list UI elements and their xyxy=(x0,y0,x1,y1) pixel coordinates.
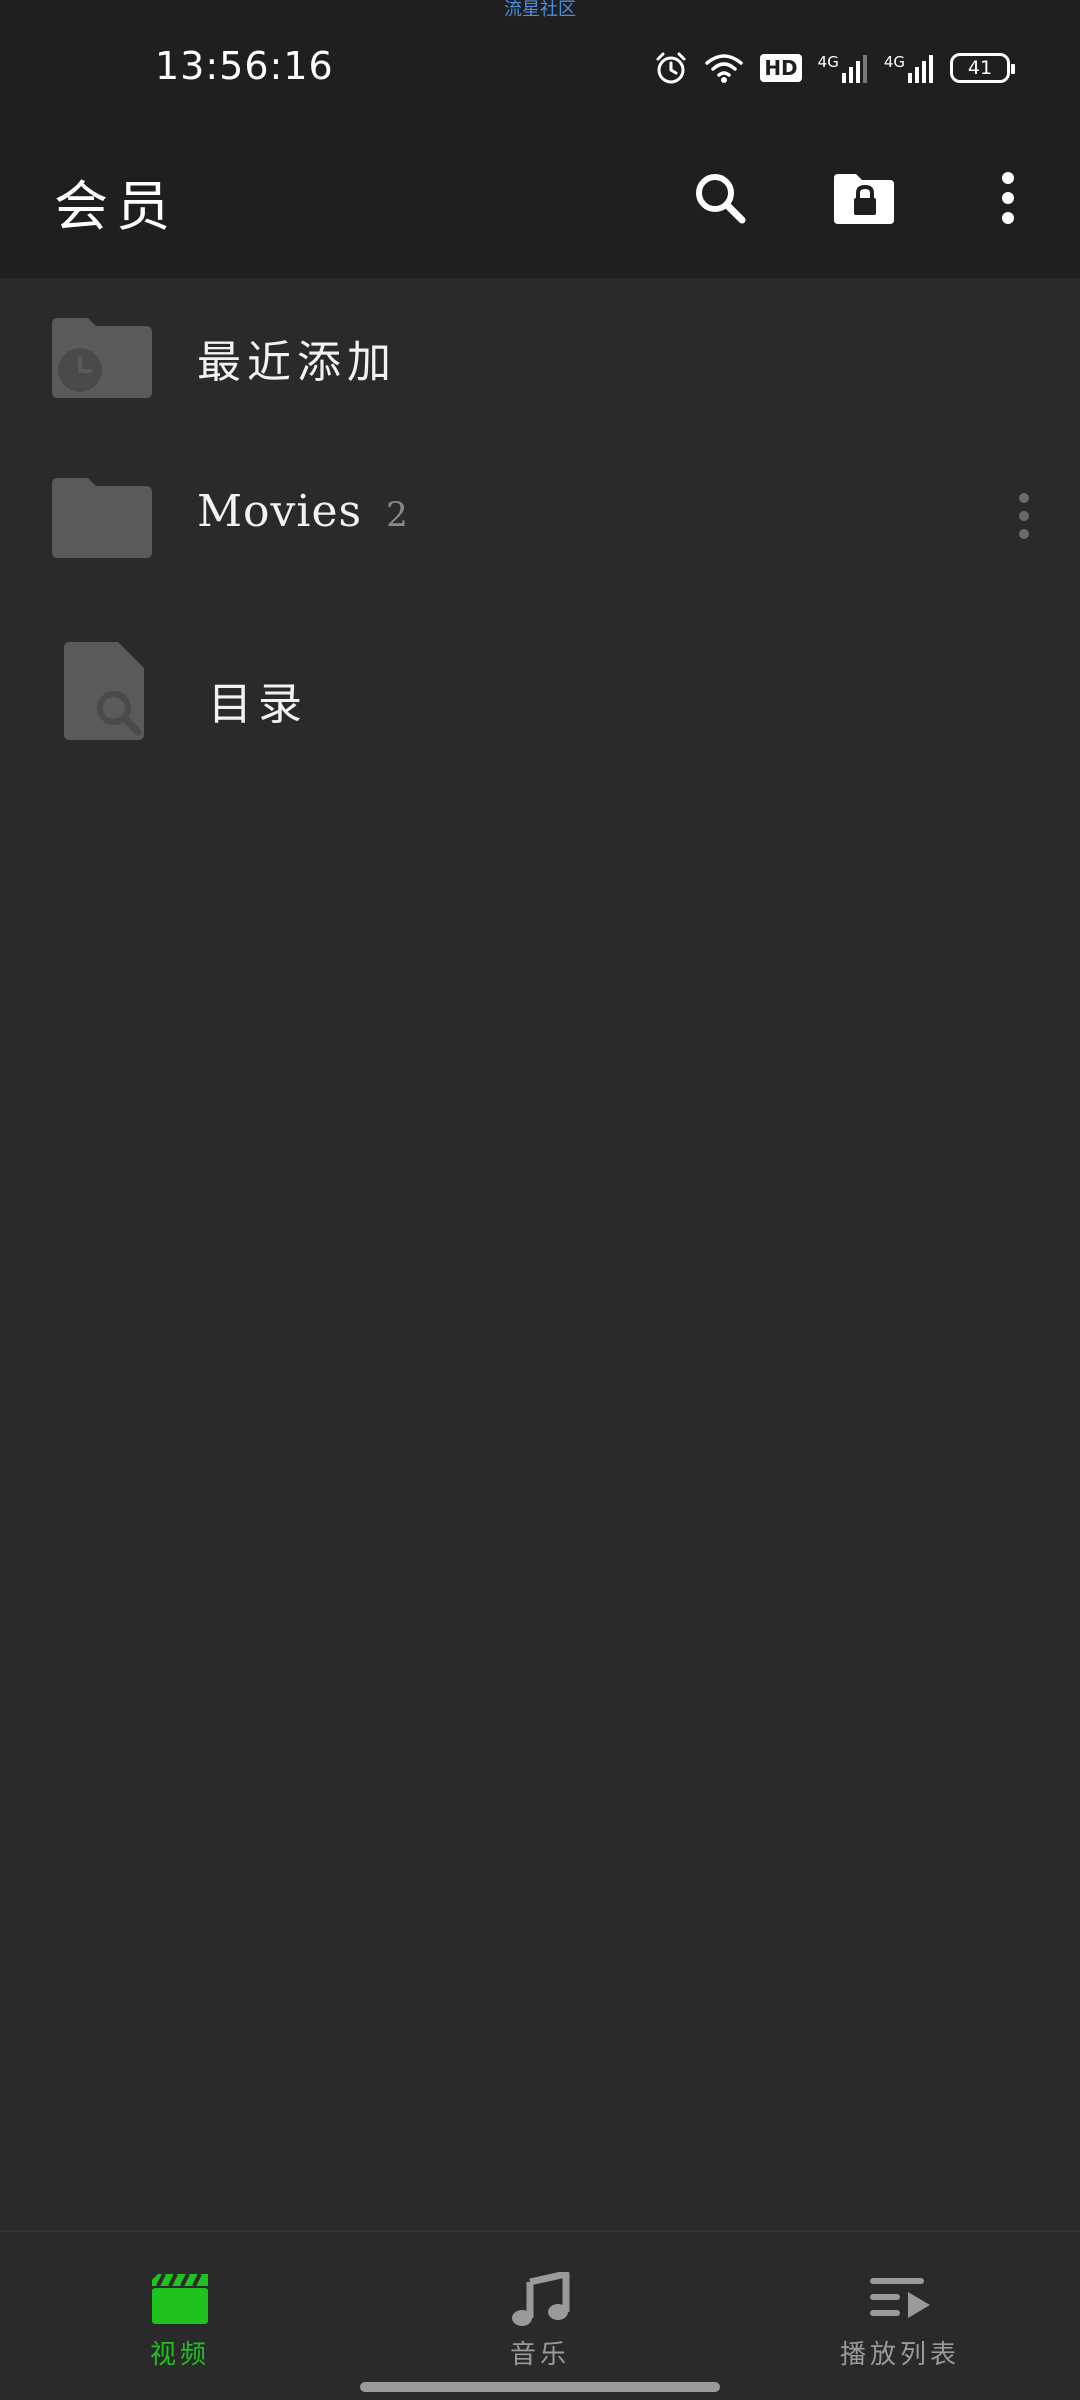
app-bar: 会员 xyxy=(0,130,1080,278)
search-icon xyxy=(692,170,748,230)
network-type-1: 4G xyxy=(817,53,839,71)
watermark-text: 流星社区 xyxy=(504,0,576,20)
status-bar: 流星社区 13:56:16 HD 4G 4G 41 xyxy=(0,0,1080,130)
signal-icon-2: 4G xyxy=(884,53,934,83)
list-item-recently-added[interactable]: 最近添加 xyxy=(0,278,1080,438)
more-vert-icon xyxy=(1017,491,1031,545)
nav-label: 音乐 xyxy=(509,2340,570,2370)
bottom-navigation: 视频 音乐 播放列表 xyxy=(0,2230,1080,2400)
list-item-label: 最近添加 xyxy=(197,337,397,388)
nav-label: 视频 xyxy=(149,2340,210,2370)
item-count: 2 xyxy=(386,495,408,535)
more-options-button[interactable] xyxy=(968,160,1048,240)
alarm-icon xyxy=(654,51,688,85)
list-item-directory[interactable]: 目录 xyxy=(0,598,1080,788)
hd-label: HD xyxy=(764,56,798,80)
wifi-icon xyxy=(704,51,744,85)
nav-tab-playlist[interactable]: 播放列表 xyxy=(720,2232,1080,2372)
movies-more-button[interactable] xyxy=(994,488,1054,548)
nav-tab-music[interactable]: 音乐 xyxy=(360,2232,720,2372)
screen: 流星社区 13:56:16 HD 4G 4G 41 会员 最近添加 Movies… xyxy=(0,0,1080,2400)
folder-lock-icon xyxy=(832,170,896,230)
status-icons: HD 4G 4G 41 xyxy=(654,48,1015,88)
nav-label: 播放列表 xyxy=(839,2340,960,2370)
clapperboard-icon xyxy=(148,2272,212,2328)
folder-clock-icon xyxy=(52,316,152,400)
signal-icon-1: 4G xyxy=(818,53,868,83)
folder-icon xyxy=(52,476,152,560)
hd-icon: HD xyxy=(760,54,802,82)
list-item-label: 目录 xyxy=(208,679,308,730)
folder-list: 最近添加 Movies 2 目录 xyxy=(0,278,1080,788)
list-item-label-wrap: Movies 2 xyxy=(197,486,408,537)
battery-icon: 41 xyxy=(950,53,1015,83)
battery-level: 41 xyxy=(967,57,993,79)
list-item-movies[interactable]: Movies 2 xyxy=(0,438,1080,598)
file-search-icon xyxy=(64,642,148,742)
music-note-icon xyxy=(508,2272,572,2328)
list-item-label: Movies xyxy=(197,486,363,537)
search-button[interactable] xyxy=(680,160,760,240)
network-type-2: 4G xyxy=(883,53,905,71)
nav-tab-video[interactable]: 视频 xyxy=(0,2232,360,2372)
home-indicator[interactable] xyxy=(360,2382,720,2392)
status-time: 13:56:16 xyxy=(155,44,334,88)
more-vert-icon xyxy=(998,170,1018,230)
private-folder-button[interactable] xyxy=(824,160,904,240)
page-title: 会员 xyxy=(54,175,178,238)
playlist-play-icon xyxy=(868,2272,932,2328)
